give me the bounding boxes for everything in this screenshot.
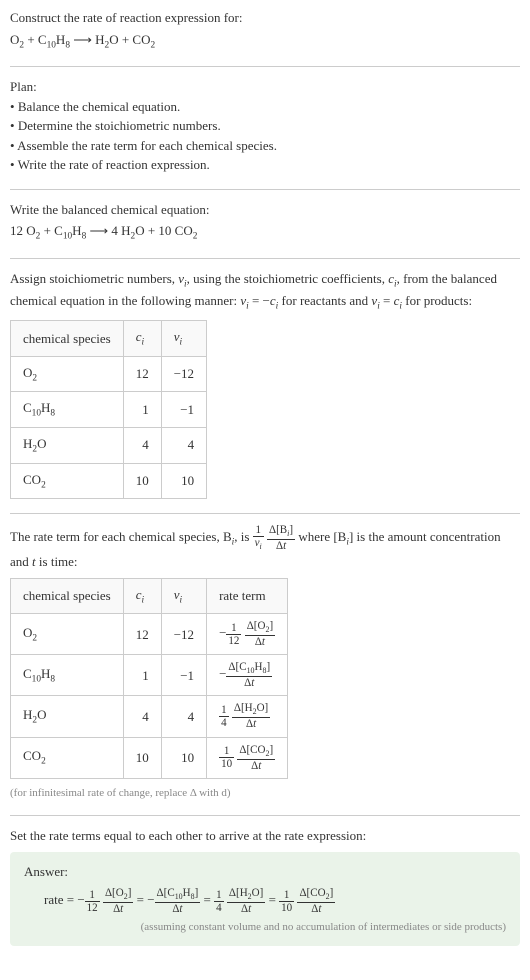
cell-species: H2O (11, 427, 124, 463)
cell-rate: −Δ[C10H8]Δt (207, 655, 288, 696)
answer-title: Answer: (24, 862, 506, 882)
cell-rate: −112 Δ[O2]Δt (207, 614, 288, 655)
cell-vi: 10 (161, 737, 206, 778)
cell-ci: 4 (123, 696, 161, 737)
balanced-title: Write the balanced chemical equation: (10, 200, 520, 220)
cell-species: O2 (11, 614, 124, 655)
cell-species: C10H8 (11, 392, 124, 428)
table-row: O2 12 −12 (11, 356, 207, 392)
answer-note: (assuming constant volume and no accumul… (24, 919, 506, 936)
plan-item: Assemble the rate term for each chemical… (10, 136, 520, 156)
rate-term-table: chemical species ci νi rate term O2 12 −… (10, 578, 288, 779)
table-row: CO2 10 10 110 Δ[CO2]Δt (11, 737, 288, 778)
plan-list: Balance the chemical equation. Determine… (10, 97, 520, 175)
col-vi: νi (161, 578, 206, 614)
balanced-section: Write the balanced chemical equation: 12… (10, 200, 520, 244)
col-species: chemical species (11, 578, 124, 614)
cell-vi: 4 (161, 696, 206, 737)
cell-rate: 110 Δ[CO2]Δt (207, 737, 288, 778)
cell-rate: 14 Δ[H2O]Δt (207, 696, 288, 737)
table-header-row: chemical species ci νi (11, 321, 207, 357)
divider (10, 66, 520, 67)
table-row: O2 12 −12 −112 Δ[O2]Δt (11, 614, 288, 655)
col-ci: ci (123, 321, 161, 357)
cell-vi: 10 (161, 463, 206, 499)
intro-section: Construct the rate of reaction expressio… (10, 8, 520, 52)
cell-vi: −1 (161, 392, 206, 428)
balanced-equation: 12 O2 + C10H8 ⟶ 4 H2O + 10 CO2 (10, 221, 520, 244)
cell-ci: 10 (123, 463, 161, 499)
col-vi: νi (161, 321, 206, 357)
cell-species: H2O (11, 696, 124, 737)
col-species: chemical species (11, 321, 124, 357)
answer-box: Answer: rate = −112 Δ[O2]Δt = −Δ[C10H8]Δ… (10, 852, 520, 946)
stoich-section: Assign stoichiometric numbers, νi, using… (10, 269, 520, 499)
rate-term-section: The rate term for each chemical species,… (10, 524, 520, 801)
set-equal-section: Set the rate terms equal to each other t… (10, 826, 520, 946)
cell-vi: −1 (161, 655, 206, 696)
plan-item: Balance the chemical equation. (10, 97, 520, 117)
divider (10, 513, 520, 514)
answer-equation: rate = −112 Δ[O2]Δt = −Δ[C10H8]Δt = 14 Δ… (44, 887, 506, 915)
intro-equation: O2 + C10H8 ⟶ H2O + CO2 (10, 30, 520, 53)
cell-species: O2 (11, 356, 124, 392)
col-ci: ci (123, 578, 161, 614)
table-row: CO2 10 10 (11, 463, 207, 499)
cell-vi: −12 (161, 356, 206, 392)
table-row: C10H8 1 −1 (11, 392, 207, 428)
divider (10, 258, 520, 259)
plan-item: Write the rate of reaction expression. (10, 155, 520, 175)
cell-ci: 10 (123, 737, 161, 778)
cell-ci: 4 (123, 427, 161, 463)
cell-species: CO2 (11, 737, 124, 778)
set-equal-text: Set the rate terms equal to each other t… (10, 826, 520, 846)
plan-item: Determine the stoichiometric numbers. (10, 116, 520, 136)
infinitesimal-note: (for infinitesimal rate of change, repla… (10, 785, 520, 802)
table-header-row: chemical species ci νi rate term (11, 578, 288, 614)
cell-species: CO2 (11, 463, 124, 499)
col-rate: rate term (207, 578, 288, 614)
table-row: H2O 4 4 14 Δ[H2O]Δt (11, 696, 288, 737)
intro-title: Construct the rate of reaction expressio… (10, 8, 520, 28)
cell-vi: 4 (161, 427, 206, 463)
table-row: C10H8 1 −1 −Δ[C10H8]Δt (11, 655, 288, 696)
cell-ci: 12 (123, 356, 161, 392)
cell-ci: 12 (123, 614, 161, 655)
cell-vi: −12 (161, 614, 206, 655)
stoich-intro: Assign stoichiometric numbers, νi, using… (10, 269, 520, 314)
stoich-table: chemical species ci νi O2 12 −12 C10H8 1… (10, 320, 207, 499)
divider (10, 189, 520, 190)
plan-title: Plan: (10, 77, 520, 97)
cell-ci: 1 (123, 392, 161, 428)
divider (10, 815, 520, 816)
cell-ci: 1 (123, 655, 161, 696)
cell-species: C10H8 (11, 655, 124, 696)
plan-section: Plan: Balance the chemical equation. Det… (10, 77, 520, 175)
rate-term-intro: The rate term for each chemical species,… (10, 524, 520, 572)
table-row: H2O 4 4 (11, 427, 207, 463)
